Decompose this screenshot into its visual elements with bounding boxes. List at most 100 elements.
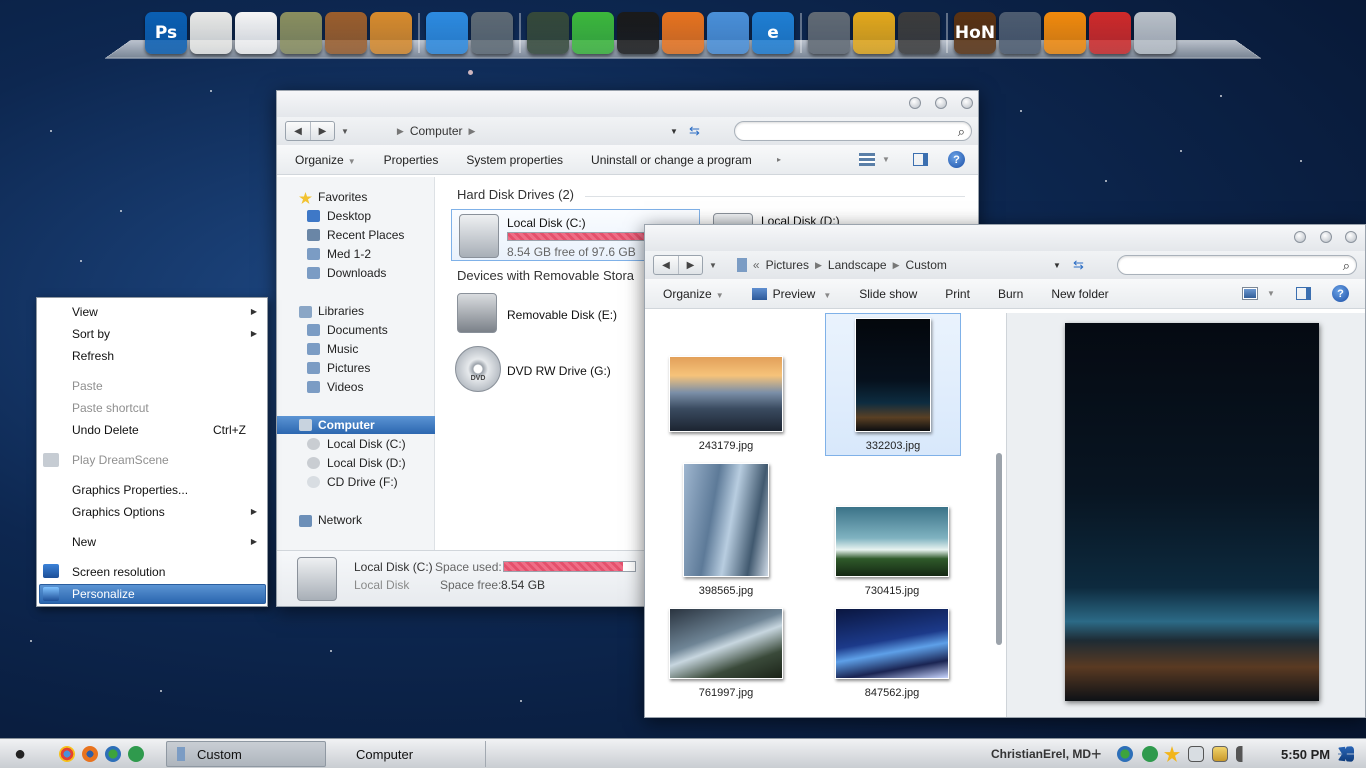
file-item[interactable]: 847562.jpg: [825, 608, 959, 699]
breadcrumb-pictures[interactable]: Pictures: [766, 258, 809, 272]
nav-downloads[interactable]: Downloads: [327, 266, 386, 280]
webcam-icon[interactable]: [898, 12, 940, 54]
nav-local-disk-d[interactable]: Local Disk (D:): [327, 456, 406, 470]
windows-switcher-icon[interactable]: [471, 12, 513, 54]
chevron-down-icon[interactable]: ▼: [882, 155, 890, 164]
search-input[interactable]: ⌕: [734, 121, 972, 141]
maximize-button[interactable]: [1320, 231, 1332, 243]
nav-libraries[interactable]: Libraries: [318, 304, 364, 318]
file-item[interactable]: 398565.jpg: [659, 463, 793, 597]
nav-recent-places[interactable]: Recent Places: [327, 228, 404, 242]
menu-view[interactable]: View: [72, 305, 98, 319]
menu-sort-by[interactable]: Sort by: [72, 327, 110, 341]
menu-play-dreamscene[interactable]: Play DreamScene: [72, 453, 169, 467]
gauge-clock-icon[interactable]: [527, 12, 569, 54]
file-item[interactable]: 761997.jpg: [659, 608, 793, 699]
custom-titlebar[interactable]: [645, 225, 1365, 251]
angry-birds-icon[interactable]: [1089, 12, 1131, 54]
breadcrumb-arrow-icon[interactable]: ▶: [893, 260, 900, 271]
nav-desktop[interactable]: Desktop: [327, 209, 371, 223]
breadcrumb-landscape[interactable]: Landscape: [828, 258, 887, 272]
keys-icon[interactable]: [853, 12, 895, 54]
menu-refresh[interactable]: Refresh: [72, 349, 114, 363]
view-options-icon[interactable]: [859, 153, 875, 166]
address-dropdown-icon[interactable]: ▼: [1053, 261, 1061, 270]
utorrent-tray-icon[interactable]: [1142, 746, 1158, 762]
nav-med-1-2[interactable]: Med 1-2: [327, 247, 371, 261]
bookshelf-icon[interactable]: [325, 12, 367, 54]
volume-icon[interactable]: [1236, 746, 1252, 762]
recent-pages-dropdown-icon[interactable]: ▼: [341, 127, 349, 136]
refresh-icon[interactable]: ⇆: [689, 123, 700, 139]
notepad-icon[interactable]: [190, 12, 232, 54]
breadcrumb-arrow-icon[interactable]: ▶: [815, 260, 822, 271]
close-button[interactable]: [961, 97, 973, 109]
breadcrumb-computer[interactable]: Computer: [410, 124, 463, 138]
organize-button[interactable]: Organize ▼: [663, 287, 724, 301]
text-document-icon[interactable]: [235, 12, 277, 54]
breadcrumb-custom[interactable]: Custom: [906, 258, 947, 272]
file-item[interactable]: 730415.jpg: [825, 506, 959, 597]
recent-pages-dropdown-icon[interactable]: ▼: [709, 261, 717, 270]
chrome-icon[interactable]: [707, 12, 749, 54]
hon-game-icon[interactable]: HoN: [954, 12, 996, 54]
menu-personalize[interactable]: Personalize: [72, 587, 135, 601]
minimize-button[interactable]: [1294, 231, 1306, 243]
warcraft-game-icon[interactable]: [999, 12, 1041, 54]
vlc-icon[interactable]: [1044, 12, 1086, 54]
nav-documents[interactable]: Documents: [327, 323, 388, 337]
user-name[interactable]: ChristianErel, MD: [991, 741, 1091, 767]
preview-pane-icon[interactable]: [1296, 287, 1311, 300]
globe-icon[interactable]: [105, 746, 121, 762]
view-options-icon[interactable]: [1242, 287, 1258, 300]
forward-icon[interactable]: ▶: [678, 256, 702, 274]
nav-cd-drive-f[interactable]: CD Drive (F:): [327, 475, 398, 489]
utorrent-icon[interactable]: [128, 746, 144, 762]
forward-icon[interactable]: ▶: [310, 122, 334, 140]
print-button[interactable]: Print: [945, 287, 970, 301]
nav-favorites[interactable]: Favorites: [318, 190, 367, 204]
apple-icon[interactable]: ●: [14, 741, 26, 767]
more-commands-icon[interactable]: ▸: [777, 155, 781, 164]
add-icon[interactable]: +: [1091, 741, 1102, 767]
properties-button[interactable]: Properties: [384, 153, 439, 167]
menu-new[interactable]: New: [72, 535, 96, 549]
back-icon[interactable]: ◀: [286, 122, 310, 140]
group-hard-disk-drives[interactable]: Hard Disk Drives (2): [457, 187, 574, 202]
nav-local-disk-c[interactable]: Local Disk (C:): [327, 437, 406, 451]
retro-tv-icon[interactable]: [280, 12, 322, 54]
flag-icon[interactable]: [1212, 746, 1228, 762]
new-folder-button[interactable]: New folder: [1051, 287, 1108, 301]
slide-show-button[interactable]: Slide show: [859, 287, 917, 301]
menu-graphics-properties[interactable]: Graphics Properties...: [72, 483, 188, 497]
breadcrumb-arrow-icon[interactable]: ▶: [469, 126, 476, 137]
chevron-down-icon[interactable]: ▼: [1267, 289, 1275, 298]
menu-graphics-options[interactable]: Graphics Options: [72, 505, 165, 519]
menu-screen-resolution[interactable]: Screen resolution: [72, 565, 165, 579]
file-item[interactable]: 332203.jpg: [826, 318, 960, 452]
vertical-scrollbar[interactable]: [996, 453, 1002, 645]
file-item[interactable]: 243179.jpg: [659, 356, 793, 452]
organize-button[interactable]: Organize ▼: [295, 153, 356, 167]
back-icon[interactable]: ◀: [654, 256, 678, 274]
minimize-button[interactable]: [909, 97, 921, 109]
preview-pane-icon[interactable]: [913, 153, 928, 166]
firefox-icon[interactable]: [662, 12, 704, 54]
nav-computer[interactable]: Computer: [318, 418, 375, 432]
windows-start-icon[interactable]: [1338, 746, 1354, 762]
firefox-icon[interactable]: [82, 746, 98, 762]
help-icon[interactable]: ?: [948, 151, 965, 168]
tools-icon[interactable]: [808, 12, 850, 54]
photoshop-icon[interactable]: Ps: [145, 12, 187, 54]
close-button[interactable]: [1345, 231, 1357, 243]
burn-button[interactable]: Burn: [998, 287, 1023, 301]
preview-button[interactable]: Preview ▼: [751, 287, 831, 301]
clock[interactable]: 5:50 PM: [1281, 741, 1330, 767]
nav-network[interactable]: Network: [318, 513, 362, 527]
address-dropdown-icon[interactable]: ▼: [670, 127, 678, 136]
menu-undo-delete[interactable]: Undo Delete: [72, 423, 139, 437]
browser-shield-icon[interactable]: [426, 12, 468, 54]
group-removable-storage[interactable]: Devices with Removable Stora: [457, 268, 634, 283]
uninstall-program-button[interactable]: Uninstall or change a program: [591, 153, 752, 167]
drive-e-name[interactable]: Removable Disk (E:): [507, 308, 617, 322]
